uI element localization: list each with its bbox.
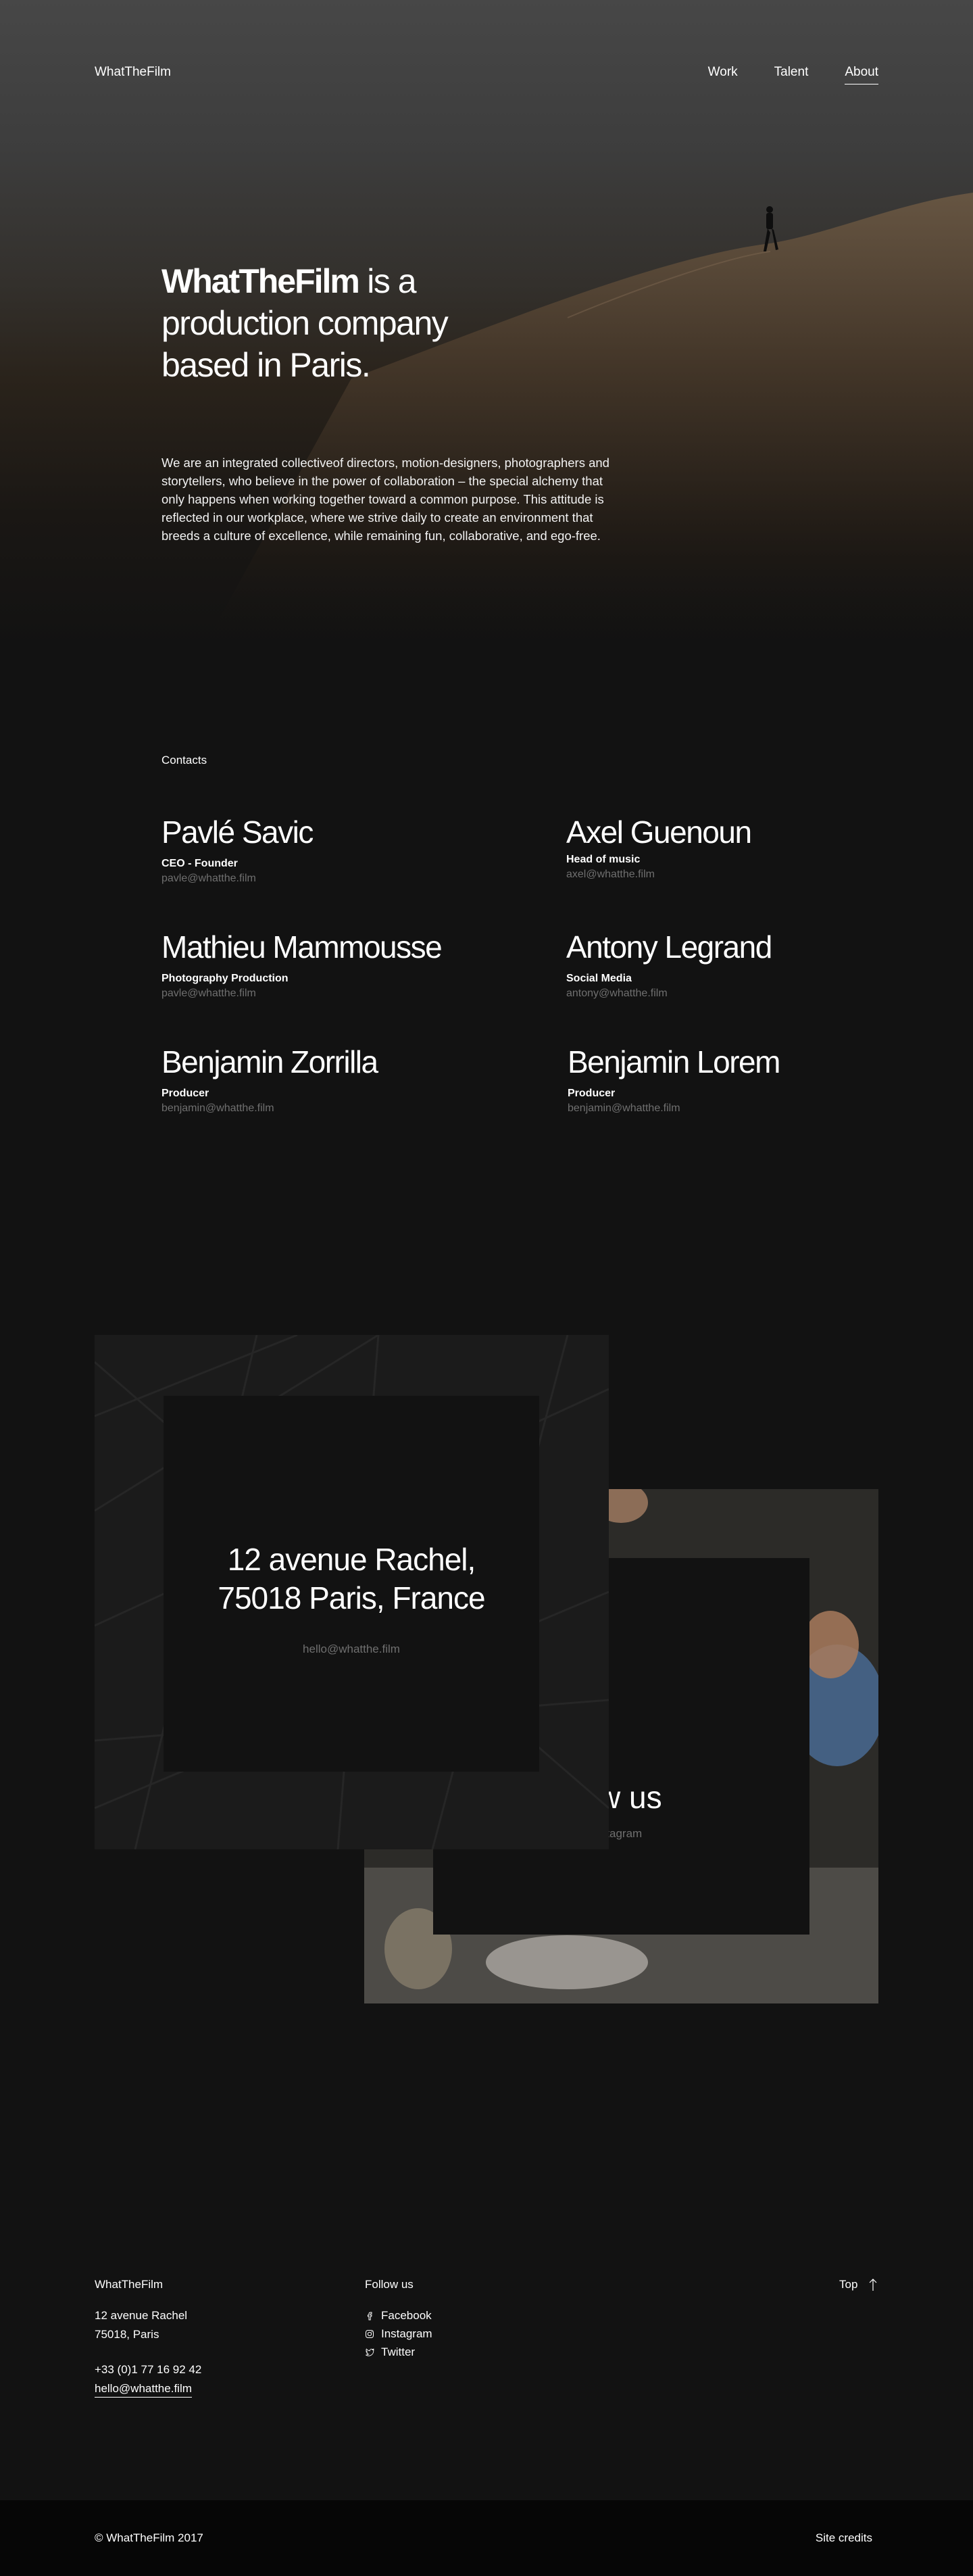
footer-social-facebook[interactable]: Facebook <box>365 2306 432 2325</box>
contact-email[interactable]: pavle@whatthe.film <box>161 988 486 1000</box>
footer-social-twitter[interactable]: Twitter <box>365 2343 432 2361</box>
footer-follow: Follow us Facebook Instagram Twitter <box>365 2275 432 2361</box>
address-line2: 75018 Paris, France <box>218 1580 485 1615</box>
nav-work[interactable]: Work <box>708 65 738 84</box>
headline-line1: is a <box>358 262 416 300</box>
contact-email[interactable]: pavle@whatthe.film <box>161 873 486 885</box>
hero-headline: WhatTheFilm is a production company base… <box>161 260 540 386</box>
footer-social-instagram[interactable]: Instagram <box>365 2325 432 2343</box>
back-to-top-label: Top <box>839 2278 858 2291</box>
contact-email[interactable]: benjamin@whatthe.film <box>161 1102 486 1115</box>
hero-section: WhatTheFilm Work Talent About WhatTheFil… <box>0 0 973 649</box>
address-line1: 12 avenue Rachel, <box>227 1542 476 1577</box>
contact-name: Pavlé Savic <box>161 815 314 850</box>
footer-brand: WhatTheFilm <box>95 2278 164 2291</box>
footer-social-label: Facebook <box>381 2309 432 2322</box>
contact-name: Antony Legrand <box>566 929 772 965</box>
nav-talent[interactable]: Talent <box>774 65 809 84</box>
address-email[interactable]: hello@whatthe.film <box>164 1643 539 1656</box>
contact-card: Axel Guenoun Head of music axel@whatthe.… <box>566 813 891 881</box>
contact-card: Antony Legrand Social Media antony@whatt… <box>566 928 891 1000</box>
contact-email[interactable]: benjamin@whatthe.film <box>568 1102 892 1115</box>
contact-role: Producer <box>161 1088 209 1099</box>
site-logo[interactable]: WhatTheFilm <box>95 65 171 80</box>
facebook-icon <box>368 2312 372 2320</box>
headline-line3: based in Paris. <box>161 346 371 384</box>
intro-paragraph: We are an integrated collectiveof direct… <box>161 456 609 543</box>
twitter-icon <box>366 2348 374 2356</box>
nav-about[interactable]: About <box>845 65 878 84</box>
contact-card: Pavlé Savic CEO - Founder pavle@whatthe.… <box>161 813 486 885</box>
contact-email[interactable]: antony@whatthe.film <box>566 988 891 1000</box>
footer-email[interactable]: hello@whatthe.film <box>95 2381 192 2398</box>
copyright: © WhatTheFilm 2017 <box>95 2531 203 2544</box>
address-panel: 12 avenue Rachel, 75018 Paris, France he… <box>164 1396 539 1772</box>
footer-address-line1: 12 avenue Rachel <box>95 2309 188 2322</box>
contact-name: Benjamin Lorem <box>568 1044 780 1079</box>
contact-name: Benjamin Zorrilla <box>161 1044 378 1079</box>
contact-role: Social Media <box>566 973 632 984</box>
contact-name: Axel Guenoun <box>566 815 752 850</box>
site-credits-link[interactable]: Site credits <box>816 2531 872 2545</box>
headline-line2: production company <box>161 304 449 342</box>
bottom-bar: © WhatTheFilm 2017 Site credits <box>0 2500 973 2576</box>
contact-card: Benjamin Lorem Producer benjamin@whatthe… <box>568 1043 892 1115</box>
contact-role: Head of music <box>566 854 641 865</box>
contact-role: CEO - Founder <box>161 858 238 869</box>
back-to-top[interactable]: Top <box>839 2275 878 2294</box>
footer-follow-label: Follow us <box>365 2278 414 2291</box>
footer-phone[interactable]: +33 (0)1 77 16 92 42 <box>95 2360 201 2379</box>
contact-role: Photography Production <box>161 973 289 984</box>
footer-social-label: Instagram <box>381 2327 432 2340</box>
footer-address-line2: 75018, Paris <box>95 2328 159 2341</box>
footer-contact: WhatTheFilm 12 avenue Rachel 75018, Pari… <box>95 2275 201 2398</box>
arrow-up-icon <box>869 2279 877 2291</box>
contact-card: Benjamin Zorrilla Producer benjamin@what… <box>161 1043 486 1115</box>
instagram-icon <box>366 2329 374 2338</box>
headline-brand: WhatTheFilm <box>161 262 360 300</box>
contact-card: Mathieu Mammousse Photography Production… <box>161 928 486 1000</box>
contact-email[interactable]: axel@whatthe.film <box>566 869 891 881</box>
main-nav: Work Talent About <box>708 65 878 84</box>
footer-social-label: Twitter <box>381 2346 416 2358</box>
contact-name: Mathieu Mammousse <box>161 929 443 965</box>
address-card: 12 avenue Rachel, 75018 Paris, France he… <box>95 1335 609 1849</box>
contact-role: Producer <box>568 1088 616 1099</box>
contacts-label: Contacts <box>161 754 207 767</box>
